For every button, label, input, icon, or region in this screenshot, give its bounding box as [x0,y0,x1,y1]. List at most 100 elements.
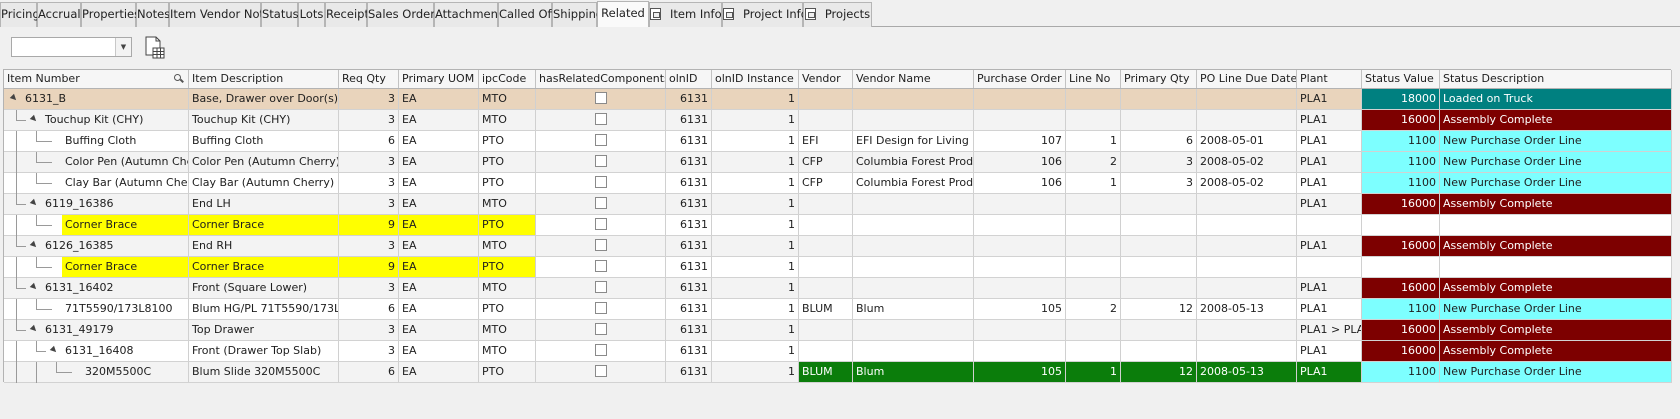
has-related-checkbox[interactable] [594,155,607,167]
cell-vendor-name[interactable]: EFI Design for Living [853,131,974,151]
cell-primary-qty[interactable] [1121,278,1197,298]
cell-item-number[interactable]: 6131_16402 [42,278,189,298]
cell-primary-uom[interactable]: EA [399,89,479,109]
cell-po-line-due-date[interactable]: 2008-05-02 [1197,173,1297,193]
cell-line-no[interactable] [1066,320,1121,340]
cell-item-description[interactable]: Color Pen (Autumn Cherry) [189,152,339,172]
cell-po-line-due-date[interactable]: 2008-05-13 [1197,299,1297,319]
table-row[interactable]: 6119_16386 End LH 3 EA MTO 6131 1 PLA1 16000 Asse… [4,194,1672,215]
column-header-status-value[interactable]: Status Value [1362,70,1440,88]
cell-primary-uom[interactable]: EA [399,341,479,361]
cell-vendor-name[interactable] [853,89,974,109]
cell-primary-uom[interactable]: EA [399,320,479,340]
tree-collapse-icon[interactable] [29,198,39,208]
cell-po-line-due-date[interactable]: 2008-05-13 [1197,362,1297,382]
tab-called-off[interactable]: Called Off [498,2,555,27]
cell-plant[interactable]: PLA1 [1297,131,1362,151]
cell-status-value[interactable]: 1100 [1362,173,1440,193]
cell-purchase-order[interactable] [974,110,1066,130]
cell-plant[interactable]: PLA1 [1297,299,1362,319]
cell-oln-id-instance[interactable]: 1 [712,299,799,319]
cell-status-description[interactable]: New Purchase Order Line [1440,173,1672,193]
cell-item-description[interactable]: Corner Brace [189,215,339,235]
cell-ipc-code[interactable]: MTO [479,89,536,109]
cell-item-number[interactable]: Touchup Kit (CHY) [42,110,189,130]
cell-status-description[interactable]: Loaded on Truck [1440,89,1672,109]
cell-ipc-code[interactable]: PTO [479,152,536,172]
column-header-item-description[interactable]: Item Description [189,70,339,88]
cell-status-description[interactable]: Assembly Complete [1440,341,1672,361]
table-row[interactable]: Color Pen (Autumn Cherry)Color Pen (Autu… [4,152,1672,173]
cell-item-number[interactable]: 71T5590/173L8100 [62,299,189,319]
table-row[interactable]: Clay Bar (Autumn Cherry)Clay Bar (Autumn… [4,173,1672,194]
cell-status-value[interactable]: 16000 [1362,194,1440,214]
cell-oln-id-instance[interactable]: 1 [712,236,799,256]
cell-vendor-name[interactable]: Blum [853,362,974,382]
cell-item-description[interactable]: End RH [189,236,339,256]
cell-po-line-due-date[interactable] [1197,341,1297,361]
tab-projects[interactable]: Projects [803,2,872,27]
cell-ipc-code[interactable]: MTO [479,194,536,214]
column-header-vendor-name[interactable]: Vendor Name [853,70,974,88]
cell-plant[interactable]: PLA1 [1297,152,1362,172]
table-row[interactable]: 71T5590/173L8100Blum HG/PL 71T5590/173L8… [4,299,1672,320]
column-header-ipccode[interactable]: ipcCode [479,70,536,88]
cell-primary-uom[interactable]: EA [399,299,479,319]
cell-ipc-code[interactable]: MTO [479,236,536,256]
cell-oln-id-instance[interactable]: 1 [712,89,799,109]
tab-item-vendor-notes[interactable]: Item Vendor Notes [169,2,277,27]
cell-vendor[interactable] [799,236,853,256]
cell-ipc-code[interactable]: MTO [479,278,536,298]
layout-combo[interactable]: ▼ [11,37,132,57]
has-related-checkbox[interactable] [594,176,607,188]
cell-plant[interactable]: PLA1 [1297,110,1362,130]
cell-vendor[interactable]: BLUM [799,299,853,319]
cell-plant[interactable] [1297,215,1362,235]
tab-project-info[interactable]: Project Info [722,2,808,27]
cell-primary-uom[interactable]: EA [399,194,479,214]
has-related-checkbox[interactable] [594,281,607,293]
tree-collapse-icon[interactable] [29,114,39,124]
cell-primary-qty[interactable] [1121,320,1197,340]
cell-item-number[interactable]: Corner Brace [62,215,189,235]
cell-purchase-order[interactable] [974,236,1066,256]
cell-status-value[interactable]: 1100 [1362,131,1440,151]
cell-po-line-due-date[interactable] [1197,89,1297,109]
cell-oln-id-instance[interactable]: 1 [712,278,799,298]
cell-req-qty[interactable]: 3 [339,236,399,256]
cell-primary-qty[interactable]: 12 [1121,299,1197,319]
cell-po-line-due-date[interactable] [1197,215,1297,235]
cell-plant[interactable]: PLA1 [1297,278,1362,298]
tab-accruals[interactable]: Accruals [37,2,87,27]
cell-oln-id-instance[interactable]: 1 [712,131,799,151]
cell-req-qty[interactable]: 9 [339,257,399,277]
cell-vendor[interactable] [799,194,853,214]
cell-ipc-code[interactable]: PTO [479,257,536,277]
table-row[interactable]: 6131_49179 Top Drawer 3 EA MTO 6131 1 PLA1 > PL… [4,320,1672,341]
column-header-line-no[interactable]: Line No [1066,70,1121,88]
cell-line-no[interactable] [1066,110,1121,130]
cell-oln-id-instance[interactable]: 1 [712,257,799,277]
cell-vendor[interactable] [799,257,853,277]
cell-status-description[interactable]: New Purchase Order Line [1440,299,1672,319]
cell-primary-uom[interactable]: EA [399,131,479,151]
tab-lots[interactable]: Lots [298,2,325,27]
cell-vendor[interactable] [799,89,853,109]
cell-status-description[interactable] [1440,257,1672,277]
cell-oln-id-instance[interactable]: 1 [712,110,799,130]
cell-ipc-code[interactable]: PTO [479,173,536,193]
has-related-checkbox[interactable] [594,92,607,104]
cell-purchase-order[interactable]: 106 [974,173,1066,193]
cell-item-number[interactable]: 6126_16385 [42,236,189,256]
cell-vendor-name[interactable] [853,257,974,277]
table-row[interactable]: Corner Brace Corner Brace 9 EA PTO 6131 1 [4,257,1672,278]
column-header-hasrelatedcomponents[interactable]: hasRelatedComponents [536,70,666,88]
cell-vendor[interactable] [799,341,853,361]
column-header-olnid-instance[interactable]: olnID Instance [712,70,799,88]
cell-primary-qty[interactable]: 3 [1121,152,1197,172]
cell-oln-id[interactable]: 6131 [666,278,712,298]
has-related-checkbox[interactable] [594,218,607,230]
cell-req-qty[interactable]: 3 [339,341,399,361]
cell-oln-id[interactable]: 6131 [666,215,712,235]
cell-item-description[interactable]: Front (Square Lower) [189,278,339,298]
